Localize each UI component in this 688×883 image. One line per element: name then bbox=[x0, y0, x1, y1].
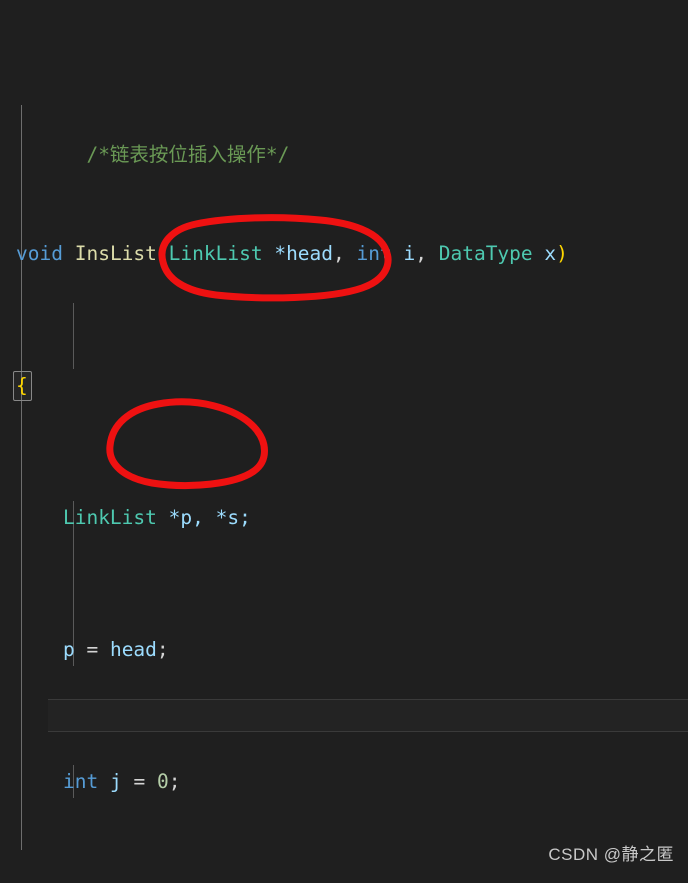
code-line-3[interactable]: { bbox=[0, 369, 688, 402]
code-token-paren-close: ) bbox=[556, 242, 568, 265]
code-line-5[interactable]: p = head; bbox=[0, 633, 688, 666]
code-token-semicolon-1: ; bbox=[156, 638, 169, 661]
code-token-type-linklist-2: LinkList bbox=[62, 506, 157, 529]
code-token-param-head: *head bbox=[274, 242, 334, 265]
code-token-assign-2: = bbox=[121, 770, 157, 793]
code-content[interactable]: /*链表按位插入操作*/ void InsList(LinkList *head… bbox=[0, 0, 688, 883]
code-line-1[interactable]: /*链表按位插入操作*/ bbox=[0, 105, 688, 166]
code-token-keyword-void: void bbox=[16, 242, 63, 265]
code-token-comment: /*链表按位插入操作*/ bbox=[86, 143, 290, 166]
code-space-3 bbox=[392, 242, 404, 265]
code-token-comma-2: , bbox=[415, 242, 439, 265]
code-token-var-head: head bbox=[109, 638, 157, 661]
code-token-var-p: p bbox=[62, 638, 75, 661]
code-token-semicolon-2: ; bbox=[168, 770, 181, 793]
code-token-param-i: i bbox=[403, 242, 416, 265]
code-token-keyword-int: int bbox=[356, 242, 392, 265]
code-token-type-linklist: LinkList bbox=[168, 242, 263, 265]
code-token-type-datatype: DataType bbox=[438, 242, 533, 265]
code-token-paren-open: ( bbox=[156, 242, 169, 265]
code-token-var-j: j bbox=[109, 770, 122, 793]
code-token-number-zero: 0 bbox=[156, 770, 169, 793]
code-line-2[interactable]: void InsList(LinkList *head, int i, Data… bbox=[0, 237, 688, 270]
code-token-decl-p-s: *p, *s; bbox=[168, 506, 251, 529]
code-token-function-name: InsList bbox=[74, 242, 157, 265]
code-token-keyword-int-2: int bbox=[62, 770, 99, 793]
code-token-param-x: x bbox=[544, 242, 557, 265]
code-token-comma-1: , bbox=[333, 242, 357, 265]
code-space-2 bbox=[263, 242, 275, 265]
code-line-6[interactable]: int j = 0; bbox=[0, 765, 688, 798]
code-editor[interactable]: /*链表按位插入操作*/ void InsList(LinkList *head… bbox=[0, 0, 688, 883]
code-line-4[interactable]: LinkList *p, *s; bbox=[0, 501, 688, 534]
code-token-assign-1: = bbox=[74, 638, 110, 661]
brace-open-function: { bbox=[13, 371, 32, 401]
csdn-watermark: CSDN @静之匿 bbox=[548, 845, 674, 864]
code-space-4 bbox=[533, 242, 545, 265]
